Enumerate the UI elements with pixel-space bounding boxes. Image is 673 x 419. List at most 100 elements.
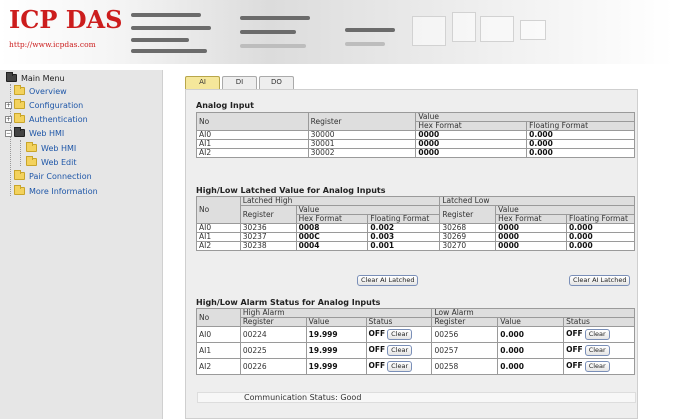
cell-no: AI0 <box>196 326 241 343</box>
cell-register: 00258 <box>431 358 499 375</box>
sidebar-item-overview[interactable]: Overview <box>14 85 67 99</box>
col-header-register: Register <box>239 317 307 327</box>
clear-button[interactable]: Clear <box>387 345 413 356</box>
cell-hex: 0000 <box>495 241 567 251</box>
tab-do[interactable]: DO <box>259 76 294 89</box>
folder-icon <box>14 113 25 123</box>
header-decoration <box>520 20 546 40</box>
table-row: AI2 00226 19.999 OFF Clear 00258 0.000 OF… <box>196 358 635 375</box>
cell-no: AI1 <box>196 342 241 359</box>
page-header: ICP DAS http://www.icpdas.com <box>0 0 673 64</box>
company-logo[interactable]: ICP DAS <box>9 5 123 34</box>
cell-value: 0.000 <box>497 358 565 375</box>
folder-icon <box>14 99 25 109</box>
cell-no: AI2 <box>196 358 241 375</box>
clear-ai-latched-low-button[interactable]: Clear AI Latched <box>569 275 631 286</box>
status-badge: OFF <box>566 361 583 370</box>
communication-status: Communication Status: Good <box>197 392 636 403</box>
tab-di[interactable]: DI <box>222 76 257 89</box>
sidebar-item-web-hmi[interactable]: Web HMI <box>14 127 64 141</box>
sidebar-item-pair-connection[interactable]: Pair Connection <box>14 170 92 184</box>
header-decoration <box>345 42 385 46</box>
clear-ai-latched-high-button[interactable]: Clear AI Latched <box>357 275 419 286</box>
section-title-latched: High/Low Latched Value for Analog Inputs <box>196 186 386 195</box>
clear-button[interactable]: Clear <box>387 329 413 340</box>
analog-input-table: No Register Value Hex Format Floating Fo… <box>196 112 635 158</box>
clear-button[interactable]: Clear <box>387 361 413 372</box>
cell-value: 19.999 <box>305 342 367 359</box>
col-header-status: Status <box>563 317 635 327</box>
header-decoration <box>131 26 211 30</box>
clear-button[interactable]: Clear <box>584 361 610 372</box>
folder-open-icon <box>6 72 17 82</box>
cell-hex: 0000 <box>415 148 528 158</box>
sidebar-item-authentication[interactable]: Authentication <box>14 113 88 127</box>
col-header-register: Register <box>307 112 417 131</box>
company-url-link[interactable]: http://www.icpdas.com <box>9 40 96 49</box>
expand-icon[interactable]: + <box>5 102 12 109</box>
col-header-register: Register <box>239 205 297 224</box>
cell-value: 19.999 <box>305 358 367 375</box>
col-header-value: Value <box>305 317 367 327</box>
cell-register: 30270 <box>439 241 497 251</box>
cell-no: AI1 <box>196 139 309 149</box>
table-row: AI0 00224 19.999 OFF Clear 00256 0.000 OF… <box>196 326 635 343</box>
cell-float: 0.001 <box>367 241 441 251</box>
cell-no: AI2 <box>196 148 309 158</box>
tab-ai[interactable]: AI <box>185 76 220 89</box>
sidebar-item-more-information[interactable]: More Information <box>14 185 98 199</box>
cell-no: AI0 <box>196 130 309 140</box>
cell-status: OFF Clear <box>365 358 433 375</box>
col-header-latched-low: Latched Low <box>439 196 635 206</box>
status-badge: OFF <box>566 329 583 338</box>
table-row: AI1 00225 19.999 OFF Clear 00257 0.000 OF… <box>196 342 635 359</box>
col-header-register: Register <box>431 317 499 327</box>
cell-register: 00225 <box>239 342 307 359</box>
header-decoration <box>452 12 476 42</box>
col-header-status: Status <box>365 317 433 327</box>
alarm-table: No High Alarm Low Alarm Register Value S… <box>196 308 635 375</box>
sidebar-menu: Main Menu Overview + Configuration + Aut… <box>0 70 163 419</box>
folder-icon <box>26 142 37 152</box>
cell-float: 0.000 <box>565 241 636 251</box>
status-badge: OFF <box>368 361 386 370</box>
header-decoration <box>480 16 514 42</box>
folder-icon <box>26 156 37 166</box>
table-row: AI2 30002 0000 0.000 <box>196 148 635 158</box>
col-header-value: Value <box>497 317 565 327</box>
status-badge: OFF <box>368 329 386 338</box>
folder-icon <box>14 185 25 195</box>
cell-value: 19.999 <box>305 326 367 343</box>
cell-register: 00256 <box>431 326 499 343</box>
cell-no: AI2 <box>196 241 241 251</box>
cell-register: 00257 <box>431 342 499 359</box>
clear-button[interactable]: Clear <box>584 329 610 340</box>
clear-button[interactable]: Clear <box>584 345 610 356</box>
sidebar-item-web-edit[interactable]: Web Edit <box>26 156 76 170</box>
sidebar-item-web-hmi-page[interactable]: Web HMI <box>26 142 76 156</box>
cell-value: 0.000 <box>497 326 565 343</box>
sidebar-item-configuration[interactable]: Configuration <box>14 99 83 113</box>
col-header-register: Register <box>439 205 497 224</box>
folder-open-icon <box>14 127 25 137</box>
cell-status: OFF Clear <box>563 342 635 359</box>
header-decoration <box>131 38 189 42</box>
header-decoration <box>240 16 310 20</box>
collapse-icon[interactable]: − <box>5 130 12 137</box>
cell-status: OFF Clear <box>563 326 635 343</box>
header-decoration <box>412 16 446 46</box>
section-title-alarm: High/Low Alarm Status for Analog Inputs <box>196 298 381 307</box>
header-decoration <box>240 30 296 34</box>
folder-icon <box>14 170 25 180</box>
header-decoration <box>345 28 395 32</box>
cell-register: 30238 <box>239 241 297 251</box>
header-decoration <box>240 44 306 48</box>
latched-table: No Latched High Latched Low Register Val… <box>196 196 636 251</box>
expand-icon[interactable]: + <box>5 116 12 123</box>
header-decoration <box>131 49 207 53</box>
col-header-latched-high: Latched High <box>239 196 441 206</box>
status-badge: OFF <box>368 345 386 354</box>
col-header-no: No <box>196 196 241 224</box>
folder-icon <box>14 85 25 95</box>
cell-register: 00224 <box>239 326 307 343</box>
